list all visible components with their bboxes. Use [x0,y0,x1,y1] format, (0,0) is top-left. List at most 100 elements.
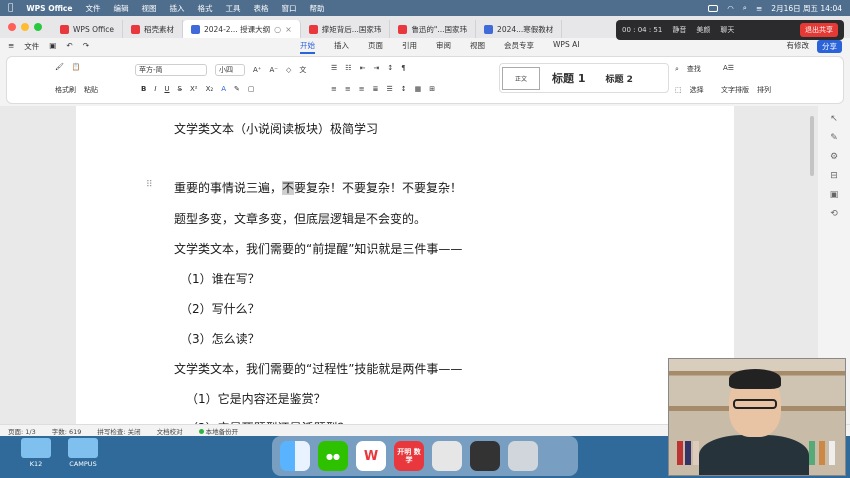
undo-icon[interactable]: ↶ [66,41,72,52]
menubar-datetime[interactable]: 2月16日 周五 14:04 [771,3,842,14]
doc-title[interactable]: 文学类文本（小说阅读板块）极简学习 [174,120,378,137]
history-icon[interactable]: ⟲ [830,209,838,219]
kaiming-math-icon[interactable]: 开明 数学 [394,441,424,471]
menu-window[interactable]: 窗口 [281,3,296,14]
desktop-folder-k12[interactable]: K12 [16,438,56,468]
trash-icon[interactable] [508,441,538,471]
stop-share-button[interactable]: 退出共享 [800,23,838,37]
apple-icon[interactable]:  [8,3,13,13]
close-icon[interactable]: × [285,25,292,34]
find-button[interactable]: 查找 [687,64,701,74]
tab-wps-office[interactable]: WPS Office [52,20,123,38]
close-tab-icon[interactable]: ○ [274,25,281,34]
menu-file[interactable]: 文件 [85,3,100,14]
doc-paragraph-4[interactable]: 文学类文本，我们需要的“过程性”技能就是两件事—— [174,360,462,377]
subscript-icon[interactable]: X₂ [206,85,214,93]
grow-font-icon[interactable]: A⁺ [253,66,261,74]
document-page[interactable]: 文学类文本（小说阅读板块）极简学习 ⠿ 重要的事情说三遍，不要复杂！不要复杂！不… [76,106,734,435]
bullet-list-icon[interactable]: ☰ [331,64,337,72]
style-normal[interactable]: 正文 [502,66,541,90]
bold-icon[interactable]: B [141,85,146,93]
arrange-button[interactable]: 排列 [757,85,771,95]
keyboard-viewer-icon[interactable] [432,441,462,471]
shading-icon[interactable]: ▦ [415,85,422,93]
save-icon[interactable]: ▣ [49,41,56,52]
word-count[interactable]: 字数: 619 [52,426,82,436]
paste-button[interactable]: 粘贴 [84,85,98,95]
text-layout-icon[interactable]: A☰ [723,64,734,72]
doc-list-item-1[interactable]: （1）谁在写？ [180,270,260,287]
shrink-font-icon[interactable]: A⁻ [269,66,277,74]
share-button[interactable]: 分享 [817,40,842,53]
format-painter-icon[interactable]: 🖌 [55,63,64,71]
highlight-icon[interactable]: ✎ [234,85,240,93]
line-spacing-icon[interactable]: ↕ [401,85,407,93]
tune-icon[interactable]: ⚙ [830,152,838,162]
justify-icon[interactable]: ≣ [373,85,379,93]
menubar-app-name[interactable]: WPS Office [26,4,72,13]
tab-ppt-1[interactable]: 撑矩背后...国家玮 [301,20,391,38]
close-window-button[interactable] [8,23,16,31]
redo-icon[interactable]: ↷ [83,41,89,52]
file-menu[interactable]: 文件 [24,41,39,52]
tab-member[interactable]: 会员专享 [504,40,534,54]
doc-paragraph-3[interactable]: 文学类文本，我们需要的“前提醒”知识就是三件事—— [174,240,462,257]
doc-paragraph-2[interactable]: 题型多变，文章多变，但底层逻辑是不会变的。 [174,210,426,227]
has-changes-indicator[interactable]: 有修改 [787,40,810,53]
tab-insert[interactable]: 插入 [334,40,349,54]
mute-button[interactable]: 静音 [672,25,686,35]
minimize-window-button[interactable] [21,23,29,31]
font-size-select[interactable]: 小四 [215,64,245,76]
menu-table[interactable]: 表格 [253,3,268,14]
hamburger-icon[interactable]: ≡ [8,41,14,52]
tab-review[interactable]: 审阅 [436,40,451,54]
select-button[interactable]: 选择 [690,85,704,95]
find-icon[interactable]: ⌕ [675,65,679,74]
tab-page[interactable]: 页面 [368,40,383,54]
chat-button[interactable]: 聊天 [720,25,734,35]
proofread[interactable]: 文档校对 [157,426,183,436]
font-family-select[interactable]: 苹方-简 [135,64,207,76]
menu-help[interactable]: 帮助 [309,3,324,14]
tab-view[interactable]: 视图 [470,40,485,54]
beauty-button[interactable]: 美颜 [696,25,710,35]
tab-winter-materials[interactable]: 2024...寒假教材 [476,20,563,38]
pointer-icon[interactable]: ↖ [830,114,838,124]
superscript-icon[interactable]: X² [190,85,198,93]
text-layout-button[interactable]: 文字排版 [721,85,749,95]
wps-dock-icon[interactable]: W [356,441,386,471]
wifi-icon[interactable]: ◠ [727,4,734,13]
tab-references[interactable]: 引用 [402,40,417,54]
italic-icon[interactable]: I [154,85,156,93]
edit-icon[interactable]: ✎ [830,133,838,143]
zoom-window-button[interactable] [34,23,42,31]
spell-check[interactable]: 拼写检查: 关闭 [97,426,140,436]
desktop-folder-campus[interactable]: CAMPUS [63,438,103,468]
keyboard-icon[interactable] [470,441,500,471]
doc-paragraph-1[interactable]: 重要的事情说三遍，不要复杂！不要复杂！不要复杂！ [174,179,462,196]
align-center-icon[interactable]: ≡ [345,85,351,93]
doc-list-item-2[interactable]: （2）写什么？ [180,300,260,317]
select-icon[interactable]: ⬚ [675,86,682,94]
format-icon[interactable]: ⊟ [830,171,838,181]
format-painter-button[interactable]: 格式刷 [55,85,76,95]
wechat-icon[interactable]: ●● [318,441,348,471]
menu-insert[interactable]: 插入 [169,3,184,14]
sort-icon[interactable]: ↕ [387,64,393,72]
outdent-icon[interactable]: ⇤ [360,64,366,72]
vertical-scrollbar[interactable] [810,116,814,176]
clear-format-icon[interactable]: ◇ [286,66,291,74]
tab-docer[interactable]: 稻壳素材 [123,20,183,38]
distribute-icon[interactable]: ☰ [387,85,393,93]
backup-status[interactable]: 本地备份开 [198,426,238,436]
control-center-icon[interactable]: ≡ [756,4,762,13]
tab-syllabus[interactable]: 2024-2... 授课大纲 ○ × [182,20,301,38]
menu-edit[interactable]: 编辑 [113,3,128,14]
drag-handle-icon[interactable]: ⠿ [146,180,153,190]
menu-format[interactable]: 格式 [197,3,212,14]
style-heading-1[interactable]: 标题 1 [542,70,595,86]
doc-list-item-4[interactable]: （1）它是内容还是鉴赏？ [186,390,326,407]
search-icon[interactable]: ⌕ [743,3,747,13]
show-marks-icon[interactable]: ¶ [401,64,405,72]
page-count[interactable]: 页面: 1/3 [8,426,36,436]
